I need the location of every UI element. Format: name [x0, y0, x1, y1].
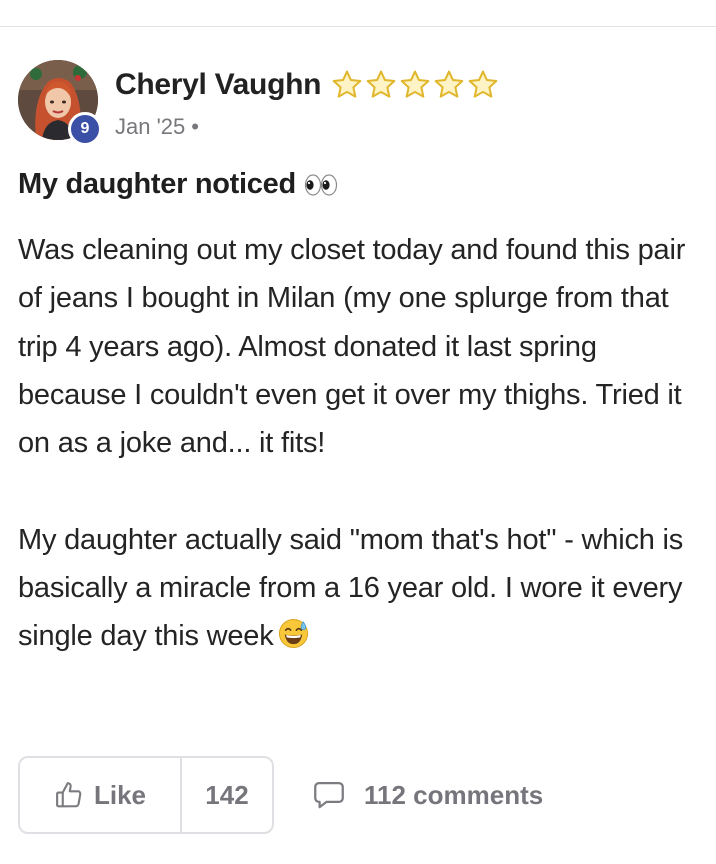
- level-badge: 9: [68, 112, 102, 146]
- post-body: Was cleaning out my closet today and fou…: [18, 226, 698, 661]
- comments-button[interactable]: 112 comments: [312, 756, 543, 834]
- top-divider: [0, 26, 716, 27]
- post-paragraph-text: My daughter actually said "mom that's ho…: [18, 523, 684, 653]
- comments-label: 112 comments: [364, 779, 544, 810]
- level-number: 9: [80, 120, 90, 137]
- eyes-emoji-icon: [304, 173, 337, 196]
- post-date[interactable]: Jan '25: [115, 114, 185, 139]
- like-group: Like 142: [18, 756, 274, 834]
- post-header: 9 Cheryl Vaughn Jan '25 •: [18, 60, 698, 150]
- like-label: Like: [93, 779, 147, 810]
- post-title-row: My daughter noticed: [18, 168, 338, 201]
- star-icon: [366, 70, 396, 98]
- star-icon: [332, 70, 362, 98]
- star-icon: [400, 70, 430, 98]
- like-button[interactable]: Like: [20, 758, 182, 832]
- star-icon: [434, 70, 464, 98]
- star-icon: [468, 70, 498, 98]
- post-actions: Like 142 112 comments: [18, 756, 698, 834]
- post-paragraph: My daughter actually said "mom that's ho…: [18, 516, 698, 661]
- grinning-sweat-emoji-icon: [278, 619, 308, 649]
- rating-stars: [330, 68, 500, 102]
- post-title: My daughter noticed: [18, 168, 296, 200]
- thumbs-up-icon: [56, 782, 82, 808]
- comment-bubble-icon: [314, 782, 344, 809]
- like-count[interactable]: 142: [182, 758, 272, 832]
- post-paragraph: Was cleaning out my closet today and fou…: [18, 234, 686, 460]
- post-meta: Jan '25 •: [115, 114, 199, 140]
- author-name[interactable]: Cheryl Vaughn: [115, 68, 321, 102]
- meta-separator: •: [191, 114, 199, 139]
